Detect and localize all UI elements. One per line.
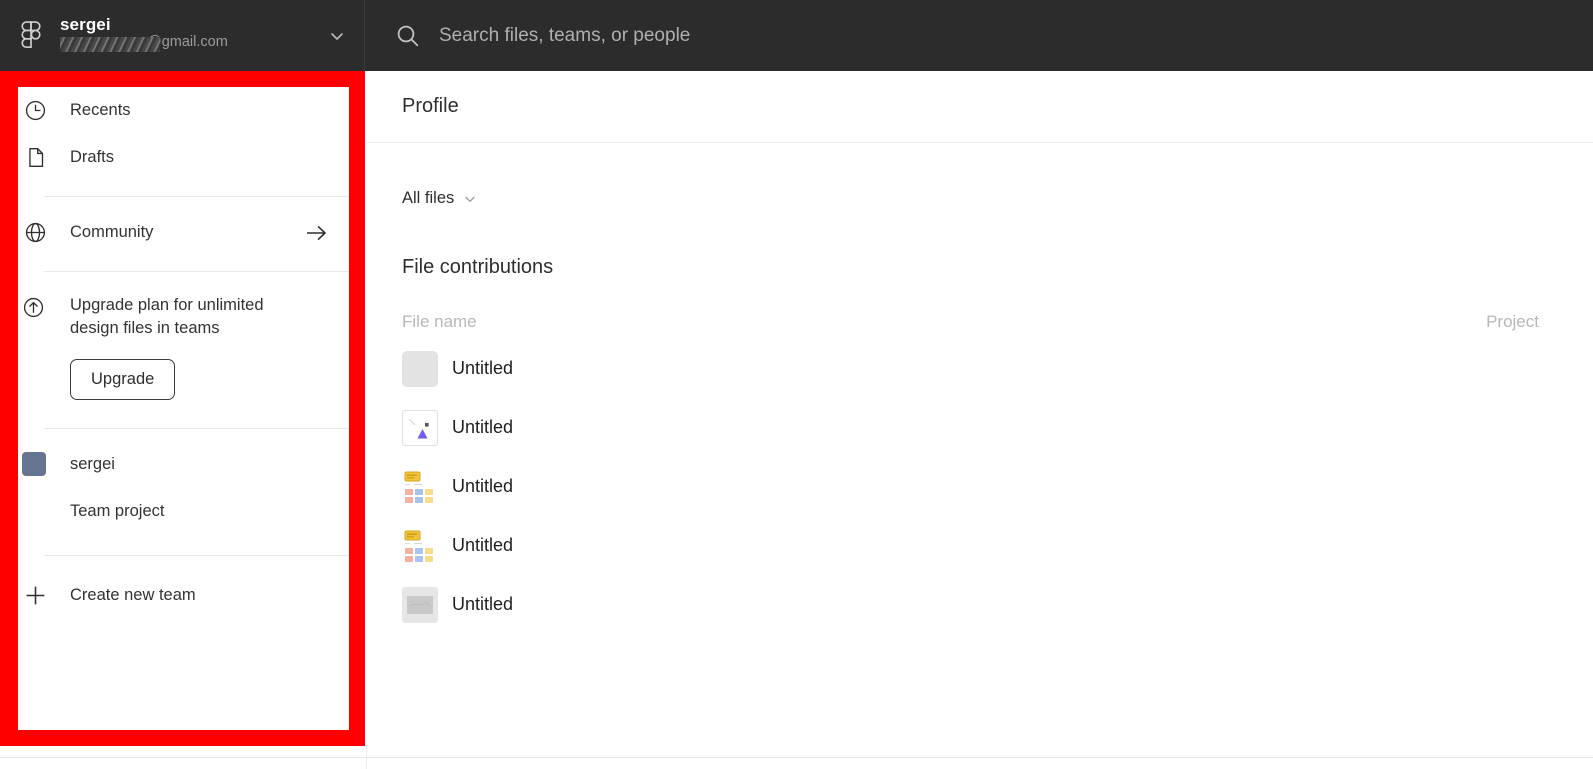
table-row[interactable]: Untitled <box>366 339 1593 398</box>
table-row[interactable]: Untitled <box>366 398 1593 457</box>
all-files-filter-label: All files <box>402 189 455 207</box>
account-email-wrap: xxxxxxxxxxxx@gmail.com <box>60 34 320 55</box>
sidebar-item-team-project[interactable]: Team project <box>22 488 330 535</box>
create-new-team-button[interactable]: Create new team <box>22 572 330 619</box>
sidebar-item-recents[interactable]: Recents <box>22 87 330 134</box>
sidebar-divider-2 <box>44 271 352 272</box>
account-name: sergei <box>60 15 111 35</box>
column-header-project: Project <box>1486 312 1539 331</box>
file-thumbnail <box>402 527 438 564</box>
file-name-label: Untitled <box>452 476 514 496</box>
upgrade-promo-text: Upgrade plan for unlimited design files … <box>70 296 264 338</box>
table-row[interactable]: Untitled <box>366 457 1593 516</box>
table-row[interactable]: Untitled <box>366 575 1593 634</box>
chevron-down-icon <box>463 192 477 206</box>
file-thumbnail <box>402 350 438 387</box>
team-name-label: sergei <box>70 454 115 473</box>
figma-logo-icon <box>18 20 44 51</box>
file-contributions-table: File name Project Untitled Untitled Unti… <box>366 305 1593 634</box>
file-name-label: Untitled <box>452 417 514 437</box>
page-title: Profile <box>402 95 459 117</box>
main-content: Profile All files File contributions Fil… <box>366 71 1593 769</box>
top-bar: sergei xxxxxxxxxxxx@gmail.com <box>0 0 1593 71</box>
table-row[interactable]: Untitled <box>366 516 1593 575</box>
chevron-down-icon[interactable] <box>326 25 348 47</box>
team-project-label: Team project <box>70 501 165 520</box>
bottom-divider <box>0 757 1593 758</box>
arrow-up-circle-icon <box>22 296 48 322</box>
file-icon <box>22 145 48 171</box>
file-contributions-title: File contributions <box>402 256 554 278</box>
sidebar-item-label: Recents <box>70 101 131 119</box>
sidebar-divider-1 <box>44 196 352 197</box>
all-files-filter[interactable]: All files <box>366 143 1593 208</box>
file-name-label: Untitled <box>452 535 514 555</box>
create-new-team-label: Create new team <box>70 585 196 604</box>
sidebar-item-label: Drafts <box>70 148 115 166</box>
email-redaction-overlay <box>60 36 160 52</box>
sidebar-bottom-tick <box>366 745 367 769</box>
sidebar-item-community[interactable]: Community <box>22 209 330 256</box>
file-name-label: Untitled <box>452 594 514 614</box>
team-avatar <box>22 452 46 477</box>
search-bar[interactable] <box>365 0 1593 71</box>
clock-icon <box>22 98 48 124</box>
file-thumbnail <box>402 586 438 623</box>
sidebar-item-drafts[interactable]: Drafts <box>22 134 330 181</box>
figma-files-page: sergei xxxxxxxxxxxx@gmail.com <box>0 0 1593 769</box>
sidebar-item-team-sergei[interactable]: sergei <box>22 441 330 488</box>
file-name-label: Untitled <box>452 358 514 378</box>
upgrade-promo: Upgrade plan for unlimited design files … <box>22 284 330 341</box>
upgrade-button[interactable]: Upgrade <box>70 358 176 400</box>
account-info: sergei xxxxxxxxxxxx@gmail.com <box>60 16 320 55</box>
profile-header: Profile <box>366 71 1593 143</box>
arrow-right-icon <box>304 222 330 244</box>
sidebar-divider-3 <box>44 427 352 429</box>
account-switcher[interactable]: sergei xxxxxxxxxxxx@gmail.com <box>0 0 365 71</box>
sidebar: Recents Drafts Community Upgrade plan fo… <box>0 71 365 745</box>
column-header-file-name: File name <box>402 312 477 331</box>
sidebar-divider-4 <box>44 554 352 556</box>
file-thumbnail <box>402 468 438 505</box>
plus-icon <box>22 582 48 608</box>
search-input[interactable] <box>439 24 1139 47</box>
file-thumbnail <box>402 409 438 446</box>
sidebar-item-label: Community <box>70 223 154 241</box>
table-header-row: File name Project <box>366 305 1593 339</box>
globe-icon <box>22 220 48 246</box>
search-icon <box>395 23 421 49</box>
